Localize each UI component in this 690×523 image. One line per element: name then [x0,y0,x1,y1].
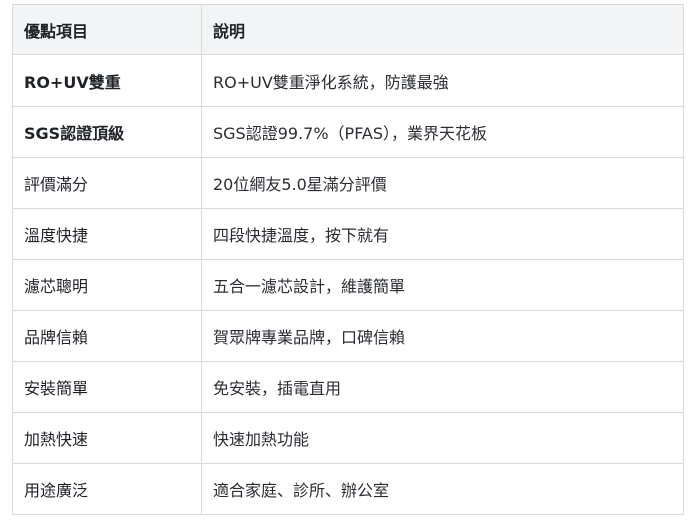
advantages-table: 優點項目 說明 RO+UV雙重 RO+UV雙重淨化系統，防護最強 SGS認證頂級… [12,4,684,515]
table-header: 優點項目 說明 [12,4,684,55]
row-description: 四段快捷溫度，按下就有 [201,208,684,260]
table-row: SGS認證頂級 SGS認證99.7%（PFAS），業界天花板 [12,106,684,158]
table-row: 品牌信賴 賀眾牌專業品牌，口碑信賴 [12,310,684,362]
row-item: 加熱快速 [12,412,202,464]
table-row: RO+UV雙重 RO+UV雙重淨化系統，防護最強 [12,54,684,107]
row-description: 免安裝，插電直用 [201,361,684,413]
table-row: 安裝簡單 免安裝，插電直用 [12,361,684,413]
header-row: 優點項目 說明 [12,4,684,55]
header-item: 優點項目 [12,4,202,55]
row-description: 20位網友5.0星滿分評價 [201,157,684,209]
row-description: SGS認證99.7%（PFAS），業界天花板 [201,106,684,158]
row-item: 溫度快捷 [12,208,202,260]
row-item: SGS認證頂級 [12,106,202,158]
table-row: 溫度快捷 四段快捷溫度，按下就有 [12,208,684,260]
row-description: 賀眾牌專業品牌，口碑信賴 [201,310,684,362]
row-description: 適合家庭、診所、辦公室 [201,463,684,515]
table-row: 評價滿分 20位網友5.0星滿分評價 [12,157,684,209]
row-description: 五合一濾芯設計，維護簡單 [201,259,684,311]
row-item: RO+UV雙重 [12,54,202,107]
row-item: 用途廣泛 [12,463,202,515]
row-description: 快速加熱功能 [201,412,684,464]
header-description: 說明 [201,4,684,55]
table-row: 加熱快速 快速加熱功能 [12,412,684,464]
row-item: 濾芯聰明 [12,259,202,311]
row-item: 安裝簡單 [12,361,202,413]
row-item: 評價滿分 [12,157,202,209]
advantages-table-container: 優點項目 說明 RO+UV雙重 RO+UV雙重淨化系統，防護最強 SGS認證頂級… [12,4,684,515]
table-row: 濾芯聰明 五合一濾芯設計，維護簡單 [12,259,684,311]
row-description: RO+UV雙重淨化系統，防護最強 [201,54,684,107]
table-row: 用途廣泛 適合家庭、診所、辦公室 [12,463,684,515]
table-body: RO+UV雙重 RO+UV雙重淨化系統，防護最強 SGS認證頂級 SGS認證99… [12,54,684,515]
row-item: 品牌信賴 [12,310,202,362]
